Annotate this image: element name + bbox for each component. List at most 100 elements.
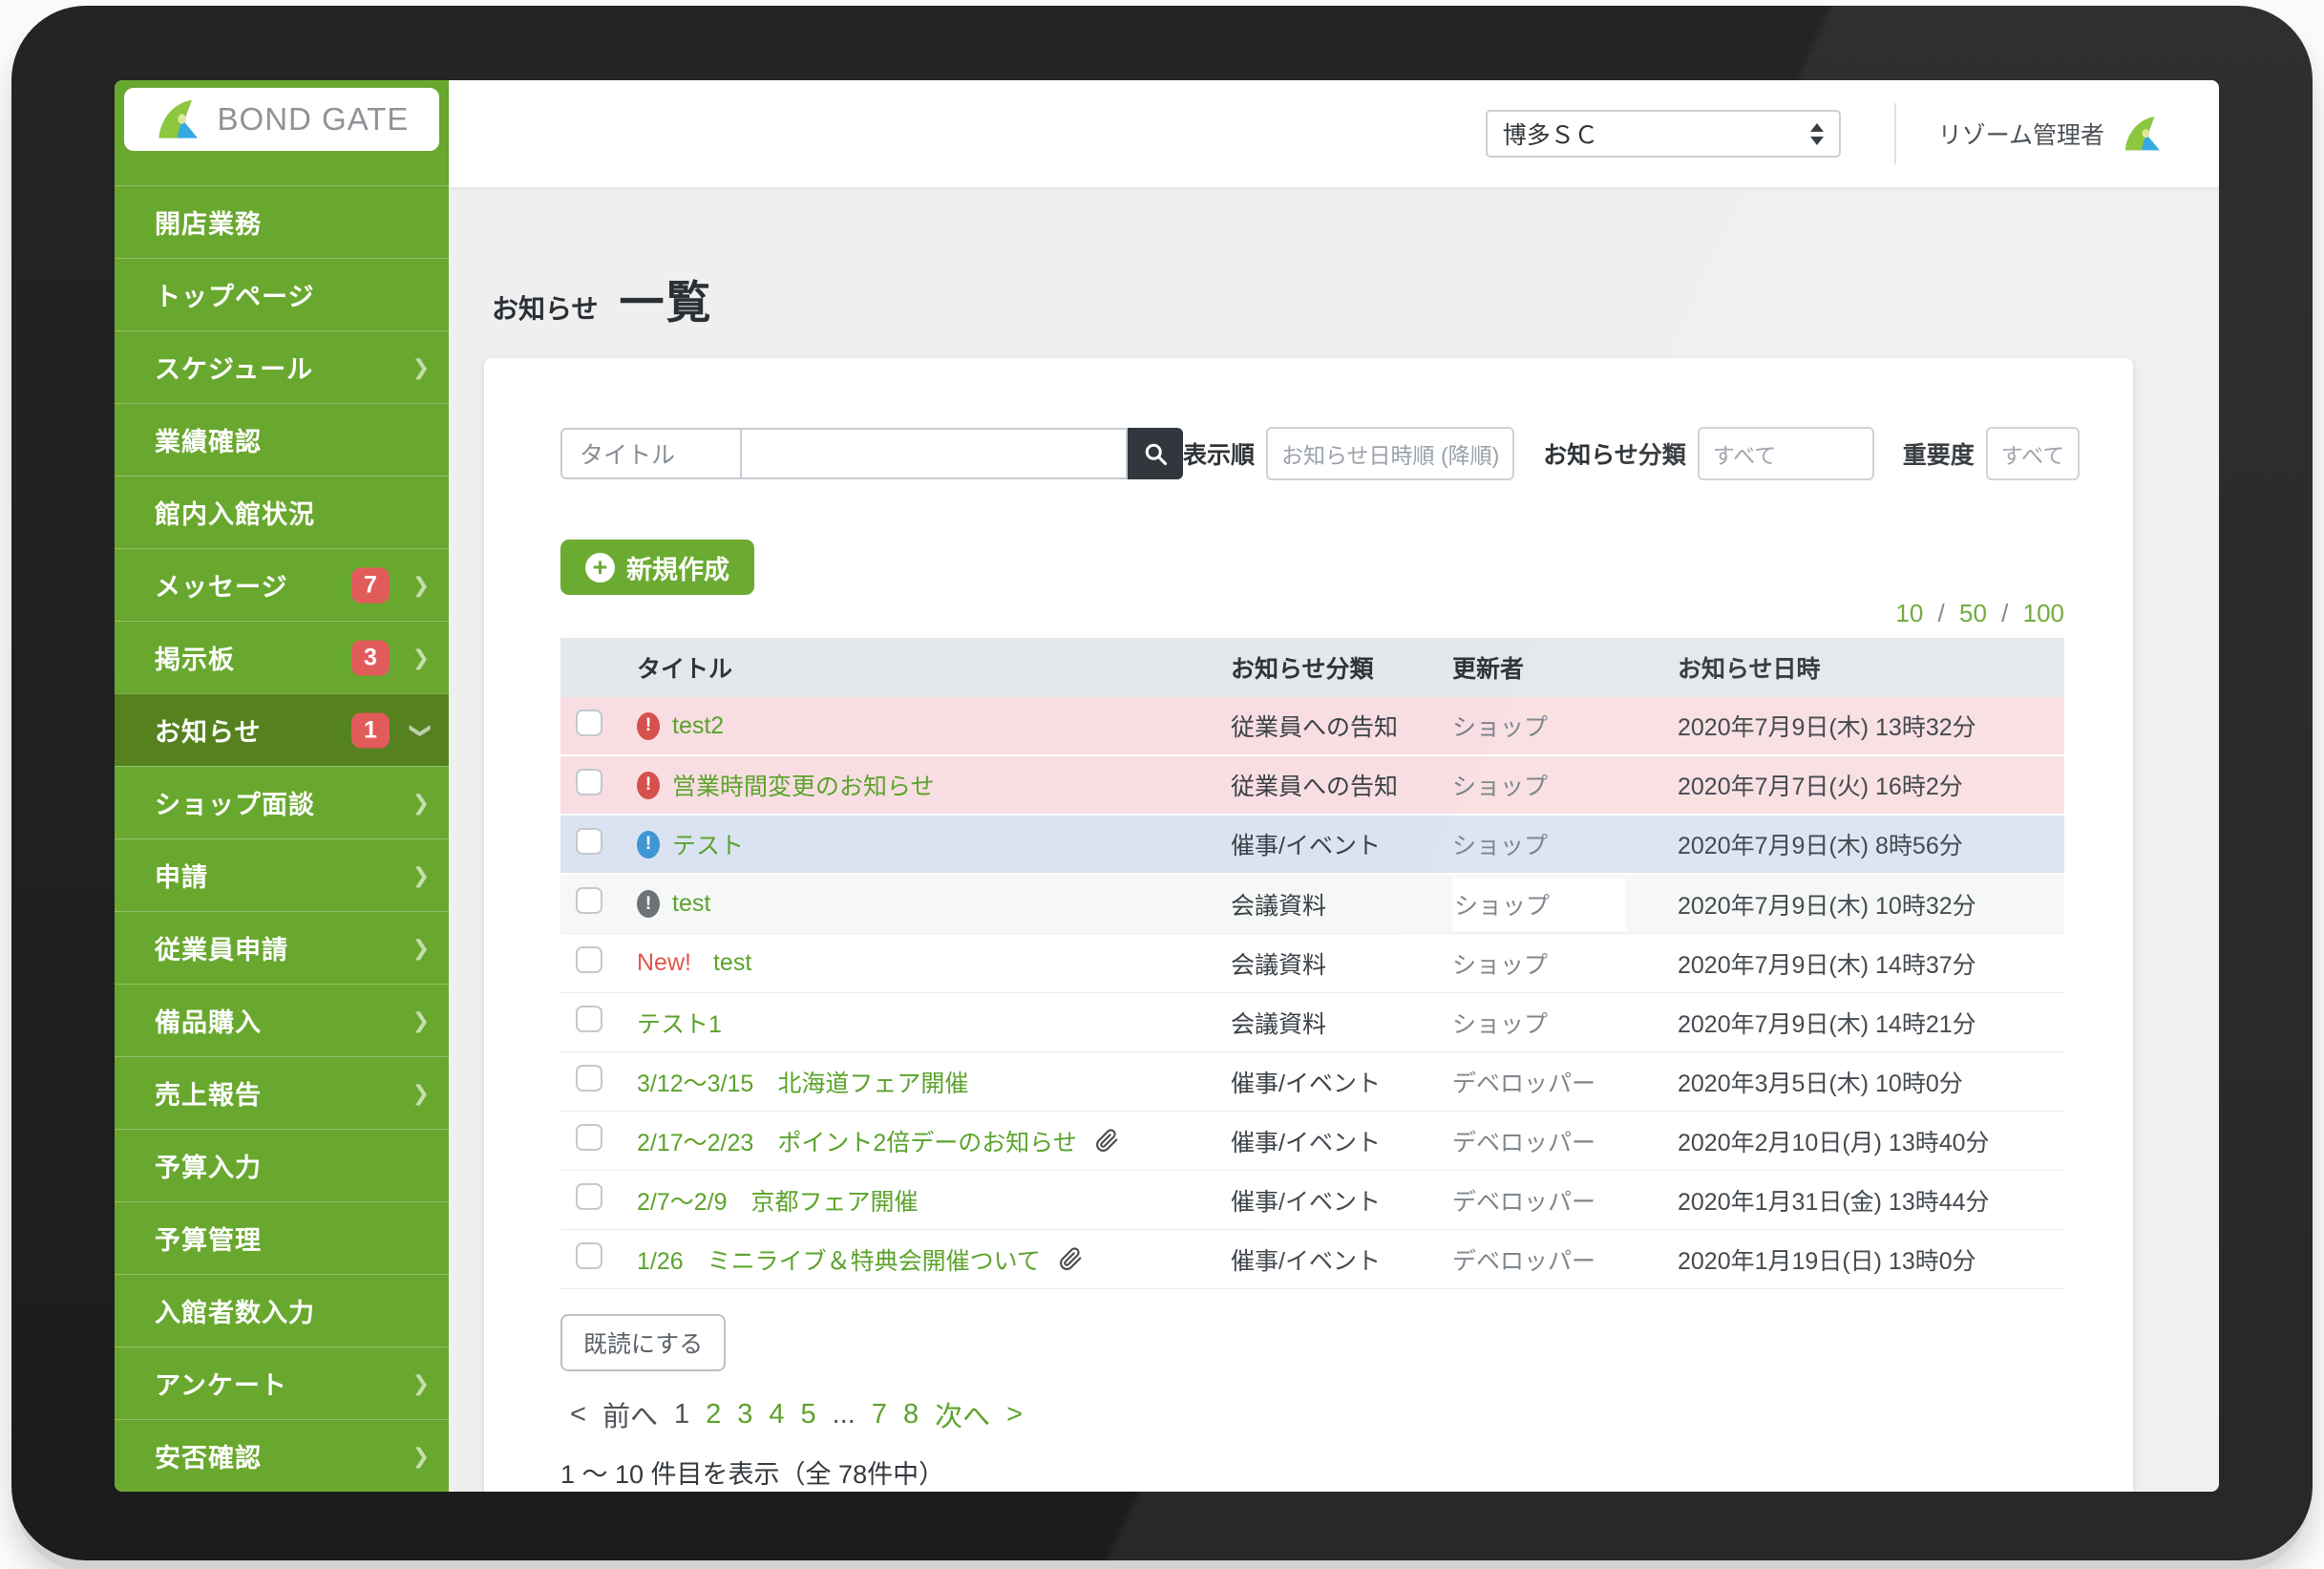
datetime-cell: 2020年3月5日(木) 10時0分 xyxy=(1678,1065,2064,1099)
row-checkbox[interactable] xyxy=(576,710,602,736)
sidebar-item-gyoseki[interactable]: 業績確認 xyxy=(115,403,449,476)
page-4-link[interactable]: 4 xyxy=(769,1399,784,1431)
sidebar-item-schedule[interactable]: スケジュール❯ xyxy=(115,330,449,403)
updater-cell: デベロッパー xyxy=(1452,1183,1678,1218)
announcement-link[interactable]: 3/12〜3/15 北海道フェア開催 xyxy=(637,1065,968,1099)
sidebar-item-anketo[interactable]: アンケート❯ xyxy=(115,1346,449,1419)
category-cell: 従業員への告知 xyxy=(1231,768,1452,802)
sidebar-item-oshirase[interactable]: お知らせ1❯ xyxy=(115,693,449,766)
search-button[interactable] xyxy=(1128,428,1183,479)
announcement-link[interactable]: 2/17〜2/23 ポイント2倍デーのお知らせ xyxy=(637,1124,1077,1158)
new-label: New! xyxy=(637,949,691,977)
result-summary: 1 〜 10 件目を表示（全 78件中） xyxy=(560,1453,2064,1491)
header-datetime: お知らせ日時 xyxy=(1678,650,2064,685)
announcement-card: タイトル 表示順 お知らせ日時順 (降順) お知らせ分類 xyxy=(484,358,2133,1492)
sidebar-item-jugyoin-shinsei[interactable]: 従業員申請❯ xyxy=(115,911,449,984)
page-8-link[interactable]: 8 xyxy=(903,1399,919,1431)
page-5-link[interactable]: 5 xyxy=(801,1399,816,1431)
sidebar-item-nyukan-status[interactable]: 館内入館状況 xyxy=(115,476,449,548)
bondgate-leaf-icon xyxy=(2122,114,2166,155)
row-checkbox[interactable] xyxy=(576,1242,602,1269)
page-size-100[interactable]: 100 xyxy=(2023,599,2064,627)
announcement-link[interactable]: 1/26 ミニライブ＆特典会開催ついて xyxy=(637,1242,1041,1277)
page-size-row: 10 / 50 / 100 xyxy=(560,599,2064,628)
row-checkbox[interactable] xyxy=(576,769,602,795)
topbar: 博多ＳＣ リゾーム管理者 xyxy=(449,80,2219,187)
row-checkbox[interactable] xyxy=(576,946,602,973)
row-checkbox[interactable] xyxy=(576,1006,602,1032)
category-select[interactable]: すべて xyxy=(1698,427,1874,480)
category-cell: 催事/イベント xyxy=(1231,1183,1452,1218)
page-3-link[interactable]: 3 xyxy=(737,1399,752,1431)
sidebar-item-nyukansha[interactable]: 入館者数入力 xyxy=(115,1274,449,1346)
page-1-current: 1 xyxy=(674,1399,689,1431)
chevron-right-icon: ❯ xyxy=(412,1444,430,1469)
unread-badge: 7 xyxy=(351,567,390,603)
importance-select[interactable]: すべて xyxy=(1986,427,2080,480)
datetime-cell: 2020年7月9日(木) 10時32分 xyxy=(1678,887,2064,922)
plus-icon: + xyxy=(585,553,615,583)
next-arrow[interactable]: > xyxy=(1006,1399,1023,1431)
sidebar-item-uriage[interactable]: 売上報告❯ xyxy=(115,1056,449,1129)
page-2-link[interactable]: 2 xyxy=(706,1399,721,1431)
updater-cell: ショップ xyxy=(1452,1006,1678,1040)
announcement-link[interactable]: テスト xyxy=(672,827,744,861)
announcement-link[interactable]: test xyxy=(713,949,751,977)
sidebar-item-yosan-nyuryoku[interactable]: 予算入力 xyxy=(115,1129,449,1201)
sidebar-item-shinsei[interactable]: 申請❯ xyxy=(115,838,449,911)
announcement-link[interactable]: テスト1 xyxy=(637,1006,722,1040)
page-7-link[interactable]: 7 xyxy=(872,1399,887,1431)
row-checkbox[interactable] xyxy=(576,828,602,855)
announcement-link[interactable]: test2 xyxy=(672,712,724,740)
announcement-link[interactable]: test xyxy=(672,890,710,918)
sidebar-item-top[interactable]: トップページ xyxy=(115,258,449,330)
datetime-cell: 2020年7月9日(木) 13時32分 xyxy=(1678,709,2064,743)
importance-high-icon: ! xyxy=(637,772,660,799)
site-selector[interactable]: 博多ＳＣ xyxy=(1486,110,1841,158)
row-checkbox[interactable] xyxy=(576,887,602,914)
importance-label: 重要度 xyxy=(1903,436,1975,471)
sort-select[interactable]: お知らせ日時順 (降順) xyxy=(1266,427,1514,480)
category-cell: 会議資料 xyxy=(1231,887,1452,922)
row-checkbox[interactable] xyxy=(576,1183,602,1210)
unread-badge: 3 xyxy=(351,640,390,675)
updater-cell: ショップ xyxy=(1452,827,1678,861)
select-filters: 表示順 お知らせ日時順 (降順) お知らせ分類 すべて 重要度 すべて xyxy=(1183,427,2080,480)
table-row: !test 会議資料 ショップ 2020年7月9日(木) 10時32分 xyxy=(560,875,2064,934)
chevron-right-icon: ❯ xyxy=(412,1371,430,1396)
pagination-ellipsis: ... xyxy=(833,1399,856,1431)
row-checkbox[interactable] xyxy=(576,1124,602,1151)
sidebar-item-message[interactable]: メッセージ7❯ xyxy=(115,548,449,621)
search-input[interactable] xyxy=(742,428,1128,479)
search-field-selector[interactable]: タイトル xyxy=(560,428,742,479)
next-link[interactable]: 次へ xyxy=(935,1394,990,1434)
announcement-link[interactable]: 2/7〜2/9 京都フェア開催 xyxy=(637,1183,919,1218)
sidebar-item-shop-mendan[interactable]: ショップ面談❯ xyxy=(115,766,449,838)
updater-cell: デベロッパー xyxy=(1452,1242,1678,1277)
category-cell: 従業員への告知 xyxy=(1231,709,1452,743)
importance-normal-icon: ! xyxy=(637,890,660,918)
header-updater: 更新者 xyxy=(1452,650,1678,685)
header-title: タイトル xyxy=(637,650,1231,685)
row-checkbox[interactable] xyxy=(576,1065,602,1092)
content-area: お知らせ 一覧 タイトル xyxy=(449,187,2219,1492)
prev-arrow[interactable]: < xyxy=(570,1399,586,1431)
category-cell: 催事/イベント xyxy=(1231,1065,1452,1099)
create-button[interactable]: + 新規作成 xyxy=(560,540,754,595)
sidebar-item-yosan-kanri[interactable]: 予算管理 xyxy=(115,1201,449,1274)
mark-read-button[interactable]: 既読にする xyxy=(560,1314,726,1371)
page-size-10[interactable]: 10 xyxy=(1895,599,1923,627)
sidebar-item-bihin[interactable]: 備品購入❯ xyxy=(115,984,449,1056)
user-menu[interactable]: リゾーム管理者 xyxy=(1938,114,2166,155)
page-size-50[interactable]: 50 xyxy=(1959,599,1987,627)
table-row: New!test 会議資料 ショップ 2020年7月9日(木) 14時37分 xyxy=(560,934,2064,993)
sidebar-item-keijiban[interactable]: 掲示板3❯ xyxy=(115,621,449,693)
table-row: 3/12〜3/15 北海道フェア開催 催事/イベント デベロッパー 2020年3… xyxy=(560,1052,2064,1112)
prev-link[interactable]: 前へ xyxy=(602,1394,658,1434)
table-row: 2/17〜2/23 ポイント2倍デーのお知らせ 催事/イベント デベロッパー 2… xyxy=(560,1112,2064,1171)
sidebar-item-kaiten[interactable]: 開店業務 xyxy=(115,185,449,258)
announcement-link[interactable]: 営業時間変更のお知らせ xyxy=(672,768,935,802)
sort-label: 表示順 xyxy=(1183,436,1255,471)
sidebar-item-anpi[interactable]: 安否確認❯ xyxy=(115,1419,449,1492)
table-row: !営業時間変更のお知らせ 従業員への告知 ショップ 2020年7月7日(火) 1… xyxy=(560,756,2064,816)
